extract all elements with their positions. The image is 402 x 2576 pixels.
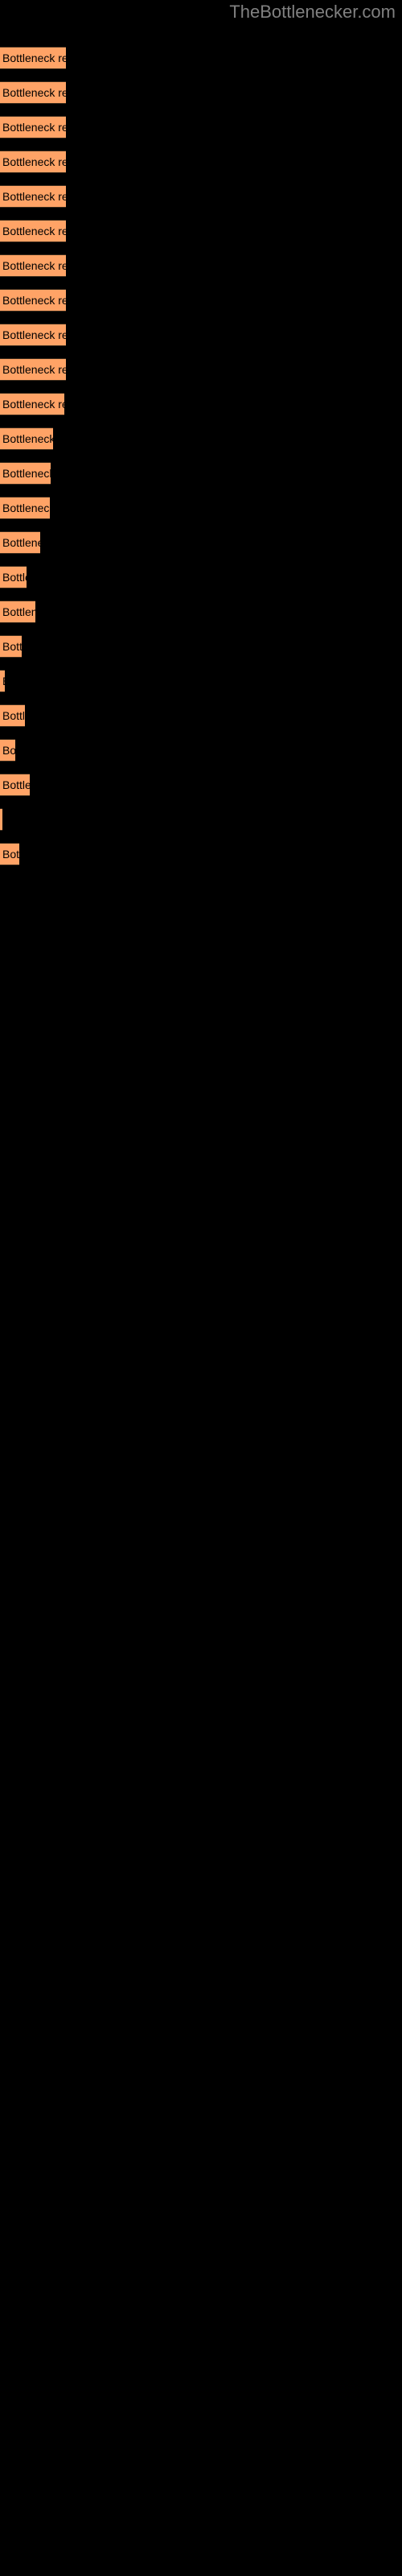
bar-label: Bottleneck result <box>2 328 66 341</box>
bar-label: Bottleneck result <box>2 675 5 687</box>
bar-label: Bottleneck result <box>2 848 19 861</box>
bar-label: Bottleneck result <box>2 467 51 480</box>
bar-18: Bottleneck result <box>0 635 22 658</box>
bar-label: Bottleneck result <box>2 398 64 411</box>
bar-label: Bottleneck result <box>2 744 15 757</box>
bar-21: Bottleneck result <box>0 739 15 762</box>
bar-label: Bottleneck result <box>2 363 66 376</box>
bar-label: Bottleneck result <box>2 52 66 64</box>
bar-label: Bottleneck result <box>2 640 22 653</box>
bar-24: Bottleneck result <box>0 843 19 865</box>
bar-label: Bottleneck result <box>2 294 66 307</box>
bar-19: Bottleneck result <box>0 670 5 692</box>
bar-10: Bottleneck result <box>0 358 66 381</box>
bar-23: Bottleneck result <box>0 808 2 831</box>
bar-20: Bottleneck result <box>0 704 25 727</box>
bar-5: Bottleneck result <box>0 185 66 208</box>
bar-label: Bottleneck result <box>2 155 66 168</box>
bar-12: Bottleneck result <box>0 427 53 450</box>
bottleneck-bar-chart: Bottleneck result Bottleneck result Bottle… <box>0 0 402 2576</box>
bar-label: Bottleneck result <box>2 121 66 134</box>
bar-22: Bottleneck result <box>0 774 30 796</box>
bar-label: Bottleneck result <box>2 502 50 514</box>
bar-label: Bottleneck result <box>2 432 53 445</box>
bar-15: Bottleneck result <box>0 531 40 554</box>
bar-8: Bottleneck result <box>0 289 66 312</box>
bar-17: Bottleneck result <box>0 601 35 623</box>
bar-11: Bottleneck result <box>0 393 64 415</box>
bar-3: Bottleneck result <box>0 116 66 138</box>
bar-label: Bottleneck result <box>2 86 66 99</box>
bar-13: Bottleneck result <box>0 462 51 485</box>
bar-7: Bottleneck result <box>0 254 66 277</box>
bar-label: Bottleneck result <box>2 709 25 722</box>
bar-4: Bottleneck result <box>0 151 66 173</box>
bar-label: Bottleneck result <box>2 778 30 791</box>
bar-1: Bottleneck result <box>0 47 66 69</box>
bar-label: Bottleneck result <box>2 190 66 203</box>
bar-label: Bottleneck result <box>2 225 66 237</box>
bar-label: Bottleneck result <box>2 571 27 584</box>
bar-14: Bottleneck result <box>0 497 50 519</box>
bar-16: Bottleneck result <box>0 566 27 588</box>
bar-label: Bottleneck result <box>2 536 40 549</box>
bar-label: Bottleneck result <box>2 605 35 618</box>
bar-label: Bottleneck result <box>2 259 66 272</box>
bar-9: Bottleneck result <box>0 324 66 346</box>
bar-6: Bottleneck result <box>0 220 66 242</box>
bar-2: Bottleneck result <box>0 81 66 104</box>
